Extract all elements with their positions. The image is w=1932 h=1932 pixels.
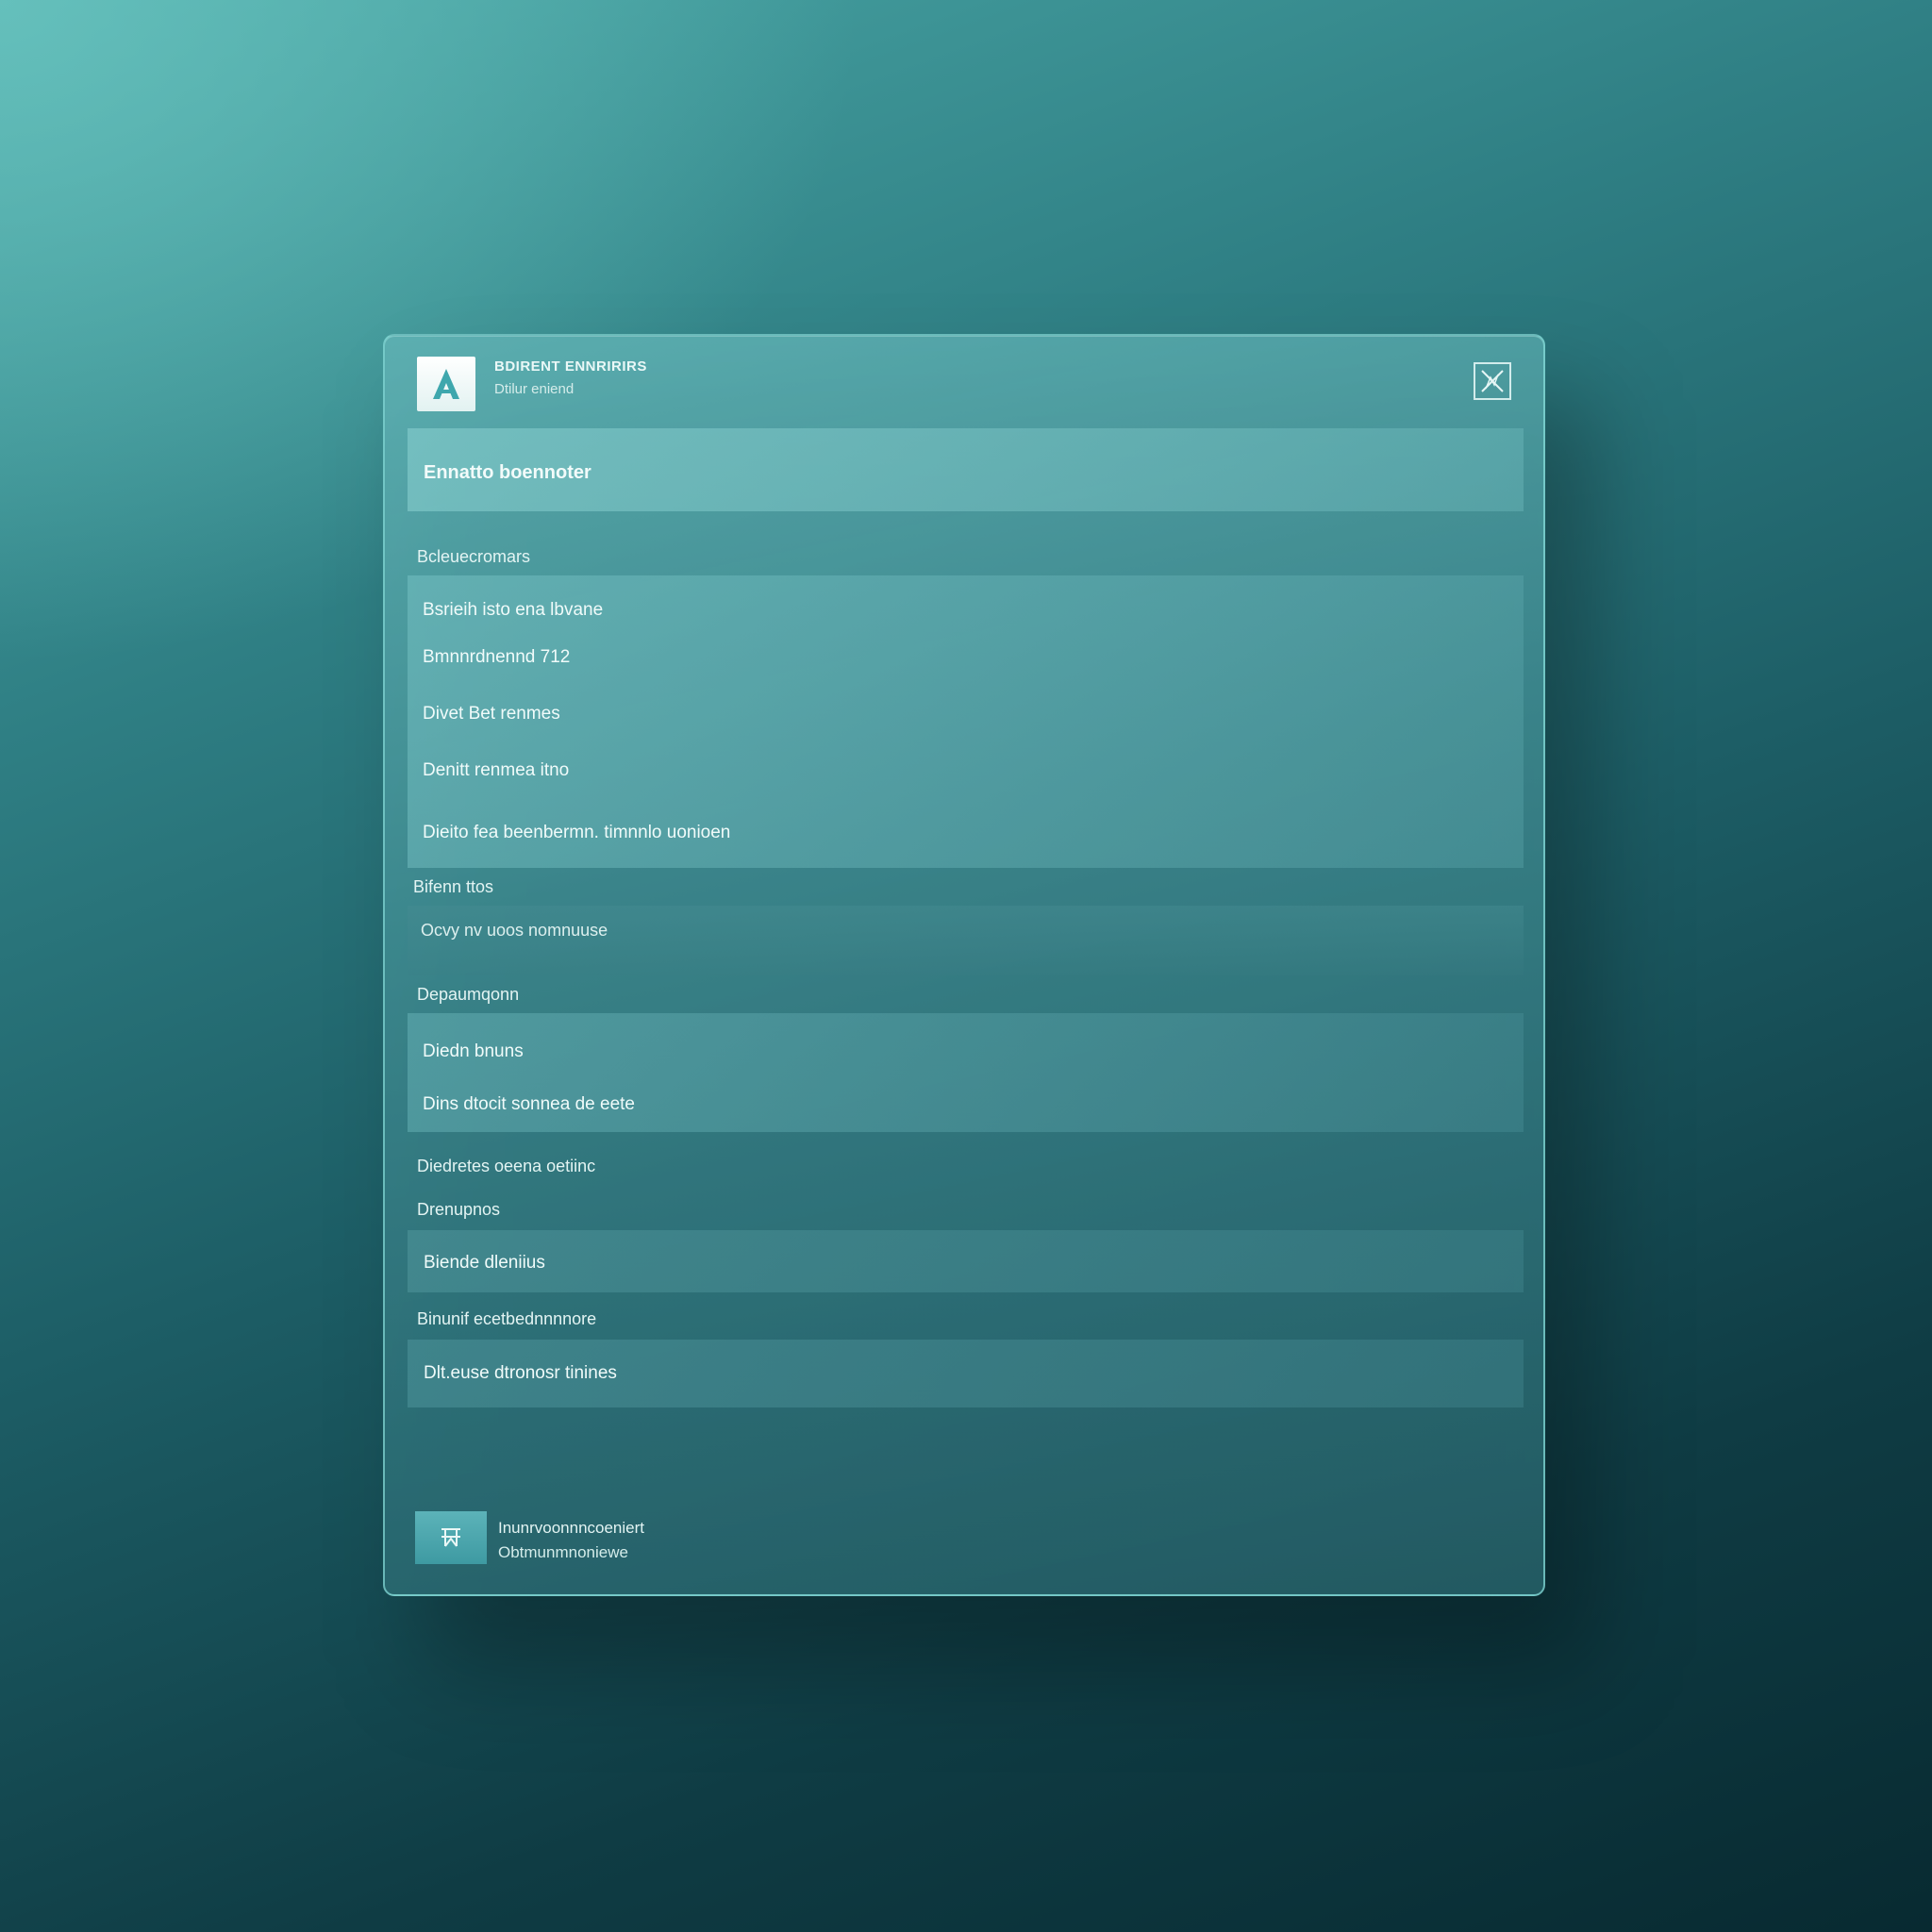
close-button[interactable]: [1474, 362, 1511, 400]
info-box: Ocvy nv uoos nomnuuse: [408, 906, 1524, 975]
close-icon: [1481, 370, 1504, 392]
option-group-1: Bsrieih isto ena lbvane Bmnnrdnennd 712 …: [408, 575, 1524, 868]
info-text: Ocvy nv uoos nomnuuse: [421, 921, 608, 940]
section-2-label: Bifenn ttos: [413, 877, 494, 896]
footer-badge[interactable]: [415, 1511, 487, 1564]
dropdown-field-2[interactable]: Dlt.euse dtronosr tinines: [408, 1340, 1524, 1407]
option-item[interactable]: Divet Bet renmes: [423, 704, 560, 724]
dropdown-field-1[interactable]: Biende dleniius: [408, 1230, 1524, 1292]
section-3-label: Depaumqonn: [417, 985, 520, 1004]
dropdown-field-1-value: Biende dleniius: [424, 1253, 545, 1273]
option-item[interactable]: Bsrieih isto ena lbvane: [423, 600, 603, 621]
settings-panel: BDIRENT ENNRIRIRS Dtilur eniend Ennatto …: [383, 334, 1545, 1596]
app-logo: [417, 357, 475, 411]
option-item[interactable]: Denitt renmea itno: [423, 760, 569, 781]
option-group-2: Diedn bnuns Dins dtocit sonnea de eete: [408, 1013, 1524, 1132]
section-5-label: Drenupnos: [417, 1200, 501, 1219]
option-item[interactable]: Bmnnrdnennd 712: [423, 647, 570, 668]
footer-line-2: Obtmunmnoniewe: [498, 1543, 628, 1561]
section-1-label: Bcleuecromars: [417, 547, 531, 566]
app-title: BDIRENT ENNRIRIRS: [494, 358, 647, 375]
app-subtitle: Dtilur eniend: [494, 381, 575, 397]
section-4-label: Diedretes oeena oetiinc: [417, 1157, 596, 1175]
glyph-icon: [441, 1528, 460, 1547]
primary-field[interactable]: Ennatto boennoter: [408, 428, 1524, 511]
option-item[interactable]: Dieito fea beenbermn. timnnlo uonioen: [423, 823, 730, 843]
option-item[interactable]: Diedn bnuns: [423, 1041, 524, 1062]
primary-field-label: Ennatto boennoter: [424, 462, 591, 483]
logo-a-icon: [433, 369, 459, 399]
option-item[interactable]: Dins dtocit sonnea de eete: [423, 1094, 635, 1115]
footer-line-1: Inunrvoonnncoeniert: [498, 1519, 645, 1537]
dropdown-field-2-value: Dlt.euse dtronosr tinines: [424, 1363, 617, 1383]
section-6-label: Binunif ecetbednnnnore: [417, 1309, 597, 1328]
